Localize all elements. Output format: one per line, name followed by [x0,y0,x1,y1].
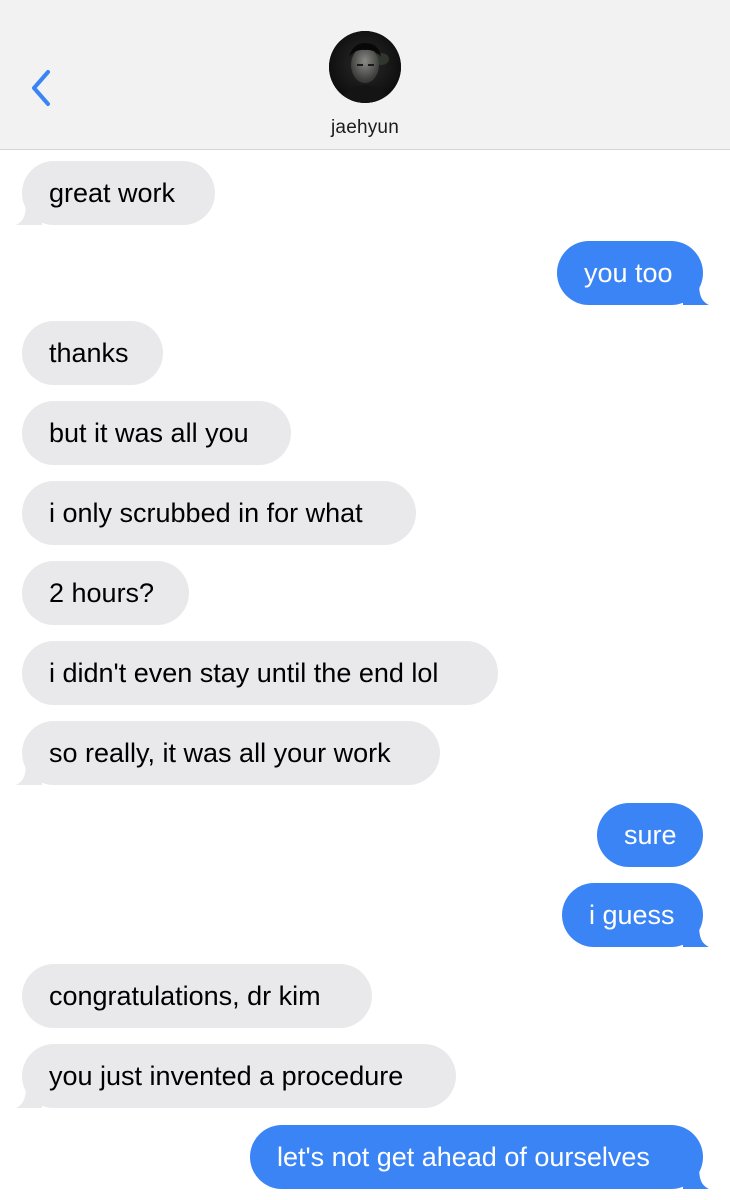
message-bubble[interactable]: congratulations, dr kim [22,964,372,1028]
message-received: you just invented a procedure [16,1044,456,1108]
message-bubble[interactable]: so really, it was all your work [22,721,440,785]
message-sent: you too [557,241,709,305]
back-button[interactable] [26,66,60,110]
conversation-header: jaehyun [0,0,730,150]
message-sent: sure [597,803,703,867]
message-received: congratulations, dr kim [22,964,372,1028]
message-received: thanks [22,321,163,385]
message-sent: i guess [562,883,709,947]
message-received: i didn't even stay until the end lol [22,641,498,705]
message-received: i only scrubbed in for what [22,481,416,545]
message-bubble[interactable]: thanks [22,321,163,385]
message-bubble[interactable]: sure [597,803,703,867]
message-bubble[interactable]: i guess [562,883,703,947]
message-bubble[interactable]: you just invented a procedure [22,1044,456,1108]
contact-name[interactable]: jaehyun [0,117,730,139]
message-bubble[interactable]: you too [557,241,703,305]
message-sent: let's not get ahead of ourselves [250,1125,709,1189]
avatar-photo-icon [329,31,401,103]
message-received: but it was all you [22,401,291,465]
message-bubble[interactable]: great work [22,161,215,225]
message-bubble[interactable]: i didn't even stay until the end lol [22,641,498,705]
chevron-left-icon [32,70,50,106]
message-received: so really, it was all your work [16,721,440,785]
message-thread: great work you too thanks but it was all… [0,150,730,1200]
message-bubble[interactable]: let's not get ahead of ourselves [250,1125,703,1189]
contact-avatar[interactable] [329,31,401,103]
message-received: 2 hours? [22,561,189,625]
message-received: great work [16,161,215,225]
message-bubble[interactable]: 2 hours? [22,561,189,625]
message-bubble[interactable]: i only scrubbed in for what [22,481,416,545]
message-bubble[interactable]: but it was all you [22,401,291,465]
